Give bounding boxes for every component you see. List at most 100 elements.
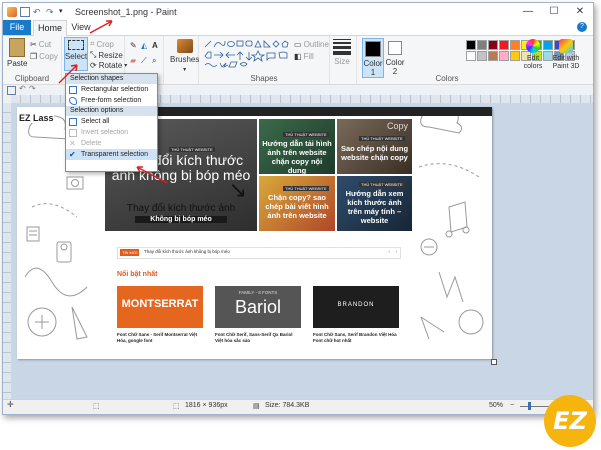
color-picker-icon[interactable]: ⟋: [141, 56, 147, 66]
free-form-selection-icon: [69, 96, 77, 105]
outline-button[interactable]: ▭ Outline: [294, 40, 329, 49]
image-dimensions: 1816 × 936px: [185, 402, 228, 409]
text-icon[interactable]: A: [152, 41, 158, 50]
article-tile-1[interactable]: THỦ THUẬT WEBSITE Hướng dẫn tải hình ảnh…: [259, 119, 335, 174]
font-card-2-title[interactable]: Font Chữ Serif, Sans-Serif Qx Bariol Việ…: [215, 332, 301, 344]
color-swatch[interactable]: [488, 51, 498, 61]
tab-file[interactable]: File: [3, 20, 31, 35]
color1-button[interactable]: Color 1: [362, 38, 384, 78]
doodle-right: [418, 109, 484, 340]
select-all-item[interactable]: Select all: [66, 116, 157, 127]
color-swatch[interactable]: [466, 40, 476, 50]
crop-icon: ⌗: [90, 39, 95, 48]
font-card-3-title[interactable]: Font Chữ Sans, Serif Brandon Việt Hóa Fo…: [313, 332, 399, 344]
line-width-icon: [333, 51, 351, 55]
rectangular-selection-item[interactable]: Rectangular selection: [66, 84, 157, 95]
color-swatch[interactable]: [466, 51, 476, 61]
tile-tag: THỦ THUẬT WEBSITE: [359, 182, 405, 187]
outline-icon: ▭: [294, 40, 302, 49]
article-tile-4[interactable]: THỦ THUẬT WEBSITE Hướng dẫn xem kích thư…: [337, 176, 412, 231]
help-icon[interactable]: ?: [577, 22, 587, 32]
canvas-resize-handle[interactable]: [491, 359, 497, 365]
color-swatch[interactable]: [477, 51, 487, 61]
rotate-button[interactable]: ⟳ Rotate ▾: [90, 61, 127, 70]
copy-button[interactable]: ❐ Copy: [30, 52, 58, 61]
fill-icon: ◧: [294, 52, 302, 61]
paste-button[interactable]: Paste: [7, 38, 27, 68]
font-card-1-image[interactable]: MONTSERRAT: [117, 286, 203, 328]
annotation-arrow-select: [58, 64, 78, 84]
select-dropdown-menu: Selection shapes Rectangular selection F…: [65, 73, 158, 172]
tile-tag: THỦ THUẬT WEBSITE: [283, 186, 329, 191]
article-tile-3[interactable]: THỦ THUẬT WEBSITE Chặn copy? sao chép bà…: [259, 176, 335, 231]
pencil-icon[interactable]: ✎: [130, 41, 137, 50]
edit-colors-label: Edit colors: [523, 55, 543, 70]
fill-button[interactable]: ◧ Fill: [294, 52, 314, 61]
rotate-icon: ⟳: [90, 61, 97, 70]
eraser-icon[interactable]: ▰: [130, 56, 136, 65]
color-swatch[interactable]: [477, 40, 487, 50]
shapes-gallery[interactable]: [203, 39, 291, 69]
zoom-out-button[interactable]: −: [510, 402, 514, 409]
select-all-icon: [69, 117, 77, 126]
status-bar: ✛ ⬚ ⬚ 1816 × 936px ▤ Size: 784.3KB 50% −: [3, 399, 593, 414]
transparent-selection-item[interactable]: ✔ Transparent selection: [66, 149, 157, 160]
font-card-2-image-text: Bariol: [234, 297, 282, 317]
save-icon[interactable]: [20, 6, 30, 17]
zoom-slider-thumb[interactable]: [528, 402, 531, 410]
tile-2-copy: Copy: [386, 121, 408, 131]
font-card-3-image[interactable]: BRANDON: [313, 286, 399, 328]
rectangular-selection-label: Rectangular selection: [81, 86, 149, 93]
size-button[interactable]: Size: [333, 39, 351, 66]
fill-bucket-icon[interactable]: ◭: [141, 41, 147, 50]
shapes-label: Shapes: [250, 74, 278, 83]
crop-button[interactable]: ⌗ Crop: [90, 39, 114, 49]
magnifier-icon[interactable]: ⌕: [152, 56, 156, 66]
close-button[interactable]: ✕: [567, 3, 593, 20]
minimize-button[interactable]: —: [515, 3, 541, 20]
customize-qat-icon[interactable]: ▾: [59, 7, 69, 17]
ticker-label: TIN MỚI: [120, 249, 140, 256]
news-ticker: TIN MỚI Thay đổi kích thước ảnh không bị…: [117, 247, 401, 259]
delete-item[interactable]: ✕ Delete: [66, 138, 157, 149]
font-card-2-image[interactable]: FAMILY - 8 FONTS Bariol: [215, 286, 301, 328]
color-swatch[interactable]: [499, 40, 509, 50]
color-swatch[interactable]: [510, 40, 520, 50]
color2-button[interactable]: Color 2: [385, 38, 405, 76]
zoom-slider[interactable]: [520, 406, 550, 407]
selection-size-icon: ⬚: [93, 403, 100, 410]
ticker-text: Thay đổi kích thước ảnh không bị bóp méo: [144, 249, 230, 254]
color-swatch[interactable]: [510, 51, 520, 61]
brushes-button[interactable]: Brushes ▾: [170, 39, 199, 73]
tile-tag: THỦ THUẬT WEBSITE: [283, 132, 329, 137]
edit-colors-button[interactable]: Edit colors: [522, 39, 544, 71]
edit-colors-icon: [526, 39, 540, 53]
cut-button[interactable]: ✂ Cut: [30, 40, 51, 49]
cut-label: Cut: [38, 40, 52, 49]
zoom-level: 50%: [489, 402, 504, 409]
redo-icon[interactable]: ↷: [46, 7, 56, 17]
color-swatch[interactable]: [488, 40, 498, 50]
image-dimensions-icon: ⬚: [173, 403, 180, 410]
redo-small-icon: ↷: [29, 84, 36, 93]
color-swatch[interactable]: [499, 51, 509, 61]
font-card-3-image-text: BRANDON: [337, 302, 375, 308]
font-card-1-title[interactable]: Font Chữ Sans - Serif Montserrat Việt Hó…: [117, 332, 203, 344]
paint3d-button[interactable]: Edit with Paint 3D: [548, 39, 584, 71]
ticker-next-icon[interactable]: ›: [395, 249, 397, 255]
color1-swatch: [365, 41, 381, 57]
free-form-selection-item[interactable]: Free-form selection: [66, 95, 157, 106]
colors-group: Color 1 Color 2 Edit colors Edit with Pa…: [357, 36, 593, 84]
color-palette: [409, 40, 575, 70]
paint-app-icon: [7, 6, 17, 17]
paint3d-icon: [559, 39, 573, 53]
ticker-prev-icon[interactable]: ‹: [388, 249, 390, 255]
undo-icon[interactable]: ↶: [33, 7, 43, 17]
maximize-button[interactable]: ☐: [541, 3, 567, 20]
resize-button[interactable]: ⤡ Resize: [90, 50, 123, 60]
article-tile-2[interactable]: Copy THỦ THUẬT WEBSITE Sao chép nội dung…: [337, 119, 412, 174]
invert-selection-item[interactable]: Invert selection: [66, 127, 157, 138]
annotation-arrow-transparent: [136, 166, 168, 184]
select-label: Select: [64, 52, 88, 61]
tab-home[interactable]: Home: [33, 20, 67, 36]
